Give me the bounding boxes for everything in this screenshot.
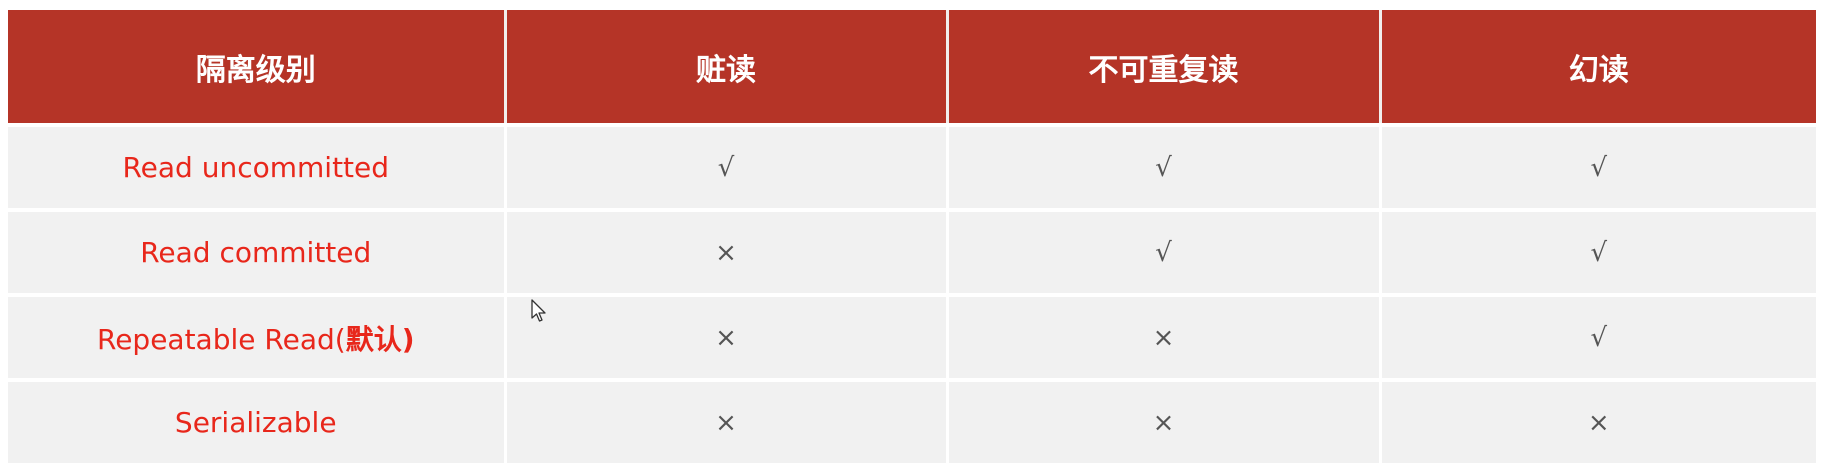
level-cell: Serializable [8, 378, 505, 463]
non-repeatable-read-mark: × [1152, 322, 1175, 353]
phantom-read-mark: √ [1590, 237, 1608, 268]
non-repeatable-read-cell: √ [945, 123, 1380, 210]
non-repeatable-read-cell: × [945, 293, 1380, 380]
phantom-read-cell: × [1378, 378, 1816, 463]
non-repeatable-read-mark: √ [1155, 237, 1172, 268]
dirty-read-mark: × [715, 322, 737, 353]
dirty-read-cell: × [503, 378, 947, 463]
isolation-level-slide: 隔离级别 赃读 不可重复读 幻读 Read uncommitted √ √ √ … [0, 0, 1826, 472]
level-cell: Repeatable Read(默认) [8, 293, 505, 380]
dirty-read-mark: √ [717, 152, 735, 183]
header-isolation-level: 隔离级别 [8, 10, 505, 125]
level-name: Read uncommitted [122, 151, 390, 184]
dirty-read-mark: × [715, 407, 737, 438]
header-dirty-read: 赃读 [503, 10, 947, 125]
level-cell: Read uncommitted [8, 123, 505, 210]
phantom-read-cell: √ [1378, 293, 1816, 380]
table-row: Serializable × × × [8, 378, 1816, 463]
level-name: Read committed [140, 236, 372, 269]
dirty-read-mark: × [715, 237, 737, 268]
non-repeatable-read-mark: √ [1155, 152, 1172, 183]
dirty-read-cell: × [503, 208, 947, 295]
phantom-read-mark: √ [1590, 322, 1608, 353]
dirty-read-cell: √ [503, 123, 947, 210]
table-header-row: 隔离级别 赃读 不可重复读 幻读 [8, 10, 1816, 125]
level-name: Serializable [174, 406, 337, 439]
level-name: Repeatable Read( [97, 322, 346, 356]
table-row: Repeatable Read(默认) × × √ [8, 293, 1816, 380]
level-note: 默认) [345, 322, 415, 356]
header-non-repeatable-read: 不可重复读 [945, 10, 1380, 125]
phantom-read-mark: × [1587, 407, 1610, 438]
mouse-pointer-icon [531, 299, 546, 322]
phantom-read-cell: √ [1378, 208, 1816, 295]
non-repeatable-read-mark: × [1152, 407, 1175, 438]
non-repeatable-read-cell: √ [945, 208, 1380, 295]
table-row: Read committed × √ √ [8, 208, 1816, 295]
header-phantom-read: 幻读 [1378, 10, 1816, 125]
level-cell: Read committed [8, 208, 505, 295]
phantom-read-mark: √ [1590, 152, 1608, 183]
non-repeatable-read-cell: × [945, 378, 1380, 463]
dirty-read-cell: × [503, 293, 947, 380]
phantom-read-cell: √ [1378, 123, 1816, 210]
isolation-level-table: 隔离级别 赃读 不可重复读 幻读 Read uncommitted √ √ √ … [8, 10, 1816, 463]
table-row: Read uncommitted √ √ √ [8, 123, 1816, 210]
